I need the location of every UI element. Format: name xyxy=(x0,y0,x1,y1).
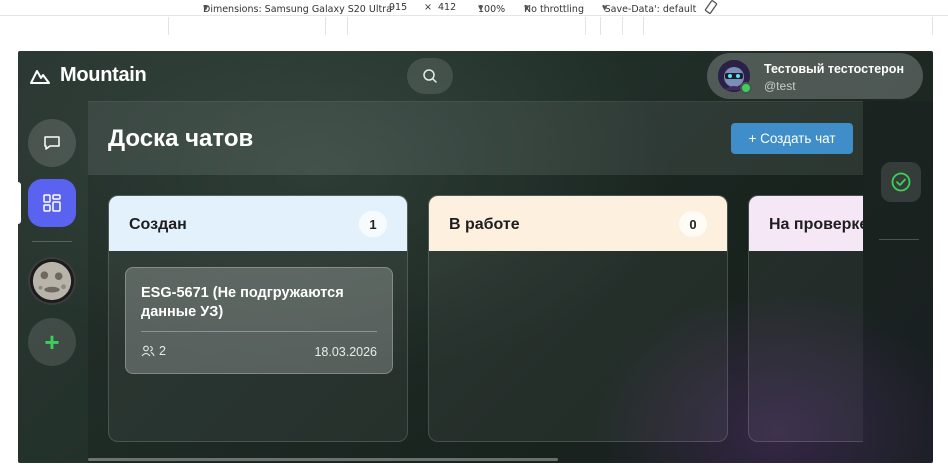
column-header: Создан 1 xyxy=(109,196,407,251)
app-window: Mountain Тестовый тестостерон @test + До… xyxy=(18,51,933,463)
users-icon xyxy=(141,345,155,357)
check-circle-icon xyxy=(891,172,911,192)
right-rail-divider xyxy=(879,239,919,240)
column-header: В работе 0 xyxy=(429,196,727,251)
column-header: На проверке xyxy=(749,196,863,251)
card-date: 18.03.2026 xyxy=(314,345,377,359)
user-name: Тестовый тестостерон xyxy=(764,62,904,76)
add-workspace-button[interactable]: + xyxy=(28,318,76,366)
active-nav-indicator xyxy=(18,182,21,224)
page-title: Доска чатов xyxy=(108,125,254,152)
card-divider xyxy=(141,331,377,332)
device-width-input[interactable]: 915 xyxy=(389,2,407,13)
column-title: На проверке xyxy=(769,216,863,233)
kanban-board: Создан 1 ESG-5671 (Не подгружаются данны… xyxy=(88,175,863,463)
horizontal-scrollbar[interactable] xyxy=(88,458,558,461)
kanban-column-review: На проверке xyxy=(748,195,863,442)
member-count: 2 xyxy=(159,344,166,358)
kanban-column-in-progress: В работе 0 xyxy=(428,195,728,442)
chat-bubble-icon xyxy=(44,136,60,150)
dimension-separator: × xyxy=(424,2,432,13)
card-title: ESG-5671 (Не подгружаются данные УЗ) xyxy=(141,285,344,320)
mountain-icon xyxy=(30,69,50,84)
board-nav-button[interactable] xyxy=(28,179,76,227)
kanban-column-created: Создан 1 ESG-5671 (Не подгружаются данны… xyxy=(108,195,408,442)
search-icon xyxy=(423,69,437,83)
card-members: 2 xyxy=(141,344,166,358)
grid-icon xyxy=(43,194,61,212)
column-title: Создан xyxy=(129,216,187,233)
logo-text: Mountain xyxy=(60,64,147,86)
user-profile-chip[interactable]: Тестовый тестостерон @test xyxy=(707,53,923,99)
board-header: Доска чатов + Создать чат xyxy=(88,101,863,175)
app-logo[interactable]: Mountain xyxy=(30,64,147,87)
chat-card[interactable]: ESG-5671 (Не подгружаются данные УЗ) 2 1… xyxy=(125,267,393,374)
rotate-icon[interactable] xyxy=(704,0,718,17)
completed-chats-button[interactable] xyxy=(881,162,921,202)
create-chat-button[interactable]: + Создать чат xyxy=(731,123,853,154)
column-count-badge: 1 xyxy=(359,211,387,237)
right-sidebar xyxy=(863,101,933,463)
device-height-input[interactable]: 412 xyxy=(438,2,456,13)
search-button[interactable] xyxy=(407,58,453,94)
workspace-avatar[interactable] xyxy=(28,257,76,305)
column-count-badge: 0 xyxy=(679,211,707,237)
devtools-device-toolbar: Dimensions: Samsung Galaxy S20 Ultra ▼ 9… xyxy=(0,0,948,16)
online-status-dot xyxy=(740,82,752,94)
column-title: В работе xyxy=(449,216,520,233)
user-handle: @test xyxy=(764,79,796,93)
devtools-rulers xyxy=(0,17,948,35)
plus-icon: + xyxy=(44,326,60,357)
chats-nav-button[interactable] xyxy=(28,119,76,167)
moon-face-icon xyxy=(32,261,72,301)
rail-divider xyxy=(32,241,72,242)
